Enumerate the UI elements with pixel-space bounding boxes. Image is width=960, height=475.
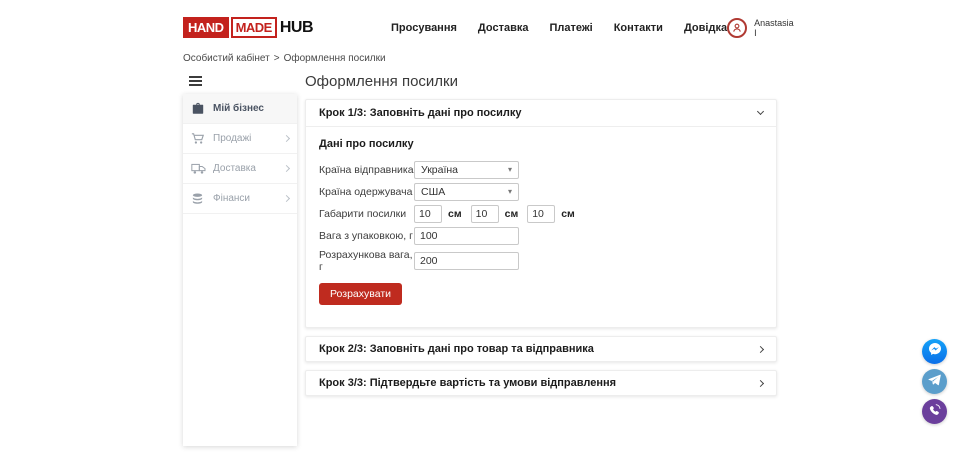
cart-icon xyxy=(191,132,206,145)
user-menu[interactable]: Anastasia I xyxy=(727,18,794,38)
sidebar-item-label: Мій бізнес xyxy=(213,103,264,114)
recipient-country-select[interactable]: США ▾ xyxy=(414,183,519,201)
recipient-country-label: Країна одержувача xyxy=(319,186,414,198)
chevron-right-icon xyxy=(757,379,764,386)
sidebar-item-sales[interactable]: Продажі xyxy=(183,124,297,154)
coins-icon xyxy=(191,193,206,205)
main-nav: Просування Доставка Платежі Контакти Дов… xyxy=(391,22,727,34)
logo-made: MADE xyxy=(231,17,277,38)
sidebar-item-label: Фінанси xyxy=(213,193,250,204)
messenger-icon xyxy=(927,341,943,362)
step-1-body: Дані про посилку Країна відправника Укра… xyxy=(306,127,776,327)
calculated-weight-input[interactable] xyxy=(414,252,519,270)
header: HAND MADE HUB Просування Доставка Платеж… xyxy=(183,0,777,38)
step-3-header[interactable]: Крок 3/3: Підтвердьте вартість та умови … xyxy=(306,371,776,395)
telegram-icon xyxy=(927,372,942,392)
dimension-height-input[interactable] xyxy=(527,205,555,223)
calculate-button[interactable]: Розрахувати xyxy=(319,283,402,305)
packed-weight-input[interactable] xyxy=(414,227,519,245)
page-title: Оформлення посилки xyxy=(305,73,777,90)
sender-country-value: Україна xyxy=(421,164,458,176)
nav-promotion[interactable]: Просування xyxy=(391,22,457,34)
step-2-title: Крок 2/3: Заповніть дані про товар та ві… xyxy=(319,343,594,355)
calculated-weight-label: Розрахункова вага, г xyxy=(319,249,414,273)
telegram-button[interactable] xyxy=(922,369,947,394)
packed-weight-label: Вага з упаковкою, г xyxy=(319,230,414,242)
logo[interactable]: HAND MADE HUB xyxy=(183,17,313,38)
step-1-title: Крок 1/3: Заповніть дані про посилку xyxy=(319,107,521,119)
dimension-length-input[interactable] xyxy=(414,205,442,223)
breadcrumb-separator: > xyxy=(274,53,280,64)
nav-help[interactable]: Довідка xyxy=(684,22,727,34)
sidebar-item-delivery[interactable]: Доставка xyxy=(183,154,297,184)
logo-hand: HAND xyxy=(183,17,229,38)
logo-hub: HUB xyxy=(280,19,313,37)
nav-payments[interactable]: Платежі xyxy=(549,22,592,34)
chevron-right-icon xyxy=(283,135,290,142)
recipient-country-value: США xyxy=(421,186,445,198)
viber-icon xyxy=(928,402,942,421)
breadcrumb-current: Оформлення посилки xyxy=(284,53,386,64)
chevron-right-icon xyxy=(283,165,290,172)
messenger-button[interactable] xyxy=(922,339,947,364)
dropdown-arrow-icon: ▾ xyxy=(508,166,512,174)
sidebar-item-label: Доставка xyxy=(213,163,256,174)
sidebar-item-my-business[interactable]: Мій бізнес xyxy=(183,94,297,124)
step-3-card: Крок 3/3: Підтвердьте вартість та умови … xyxy=(305,370,777,396)
step-3-title: Крок 3/3: Підтвердьте вартість та умови … xyxy=(319,377,616,389)
user-name: Anastasia I xyxy=(754,18,794,38)
user-avatar-icon xyxy=(727,18,747,38)
chevron-down-icon xyxy=(757,108,764,115)
sidebar-item-finance[interactable]: Фінанси xyxy=(183,184,297,214)
dimensions-label: Габарити посилки xyxy=(319,208,414,220)
dimension-unit: см xyxy=(561,208,575,220)
nav-contacts[interactable]: Контакти xyxy=(614,22,663,34)
dimension-width-input[interactable] xyxy=(471,205,499,223)
sender-country-select[interactable]: Україна ▾ xyxy=(414,161,519,179)
viber-button[interactable] xyxy=(922,399,947,424)
truck-icon xyxy=(191,163,206,175)
dimension-unit: см xyxy=(505,208,519,220)
nav-delivery[interactable]: Доставка xyxy=(478,22,529,34)
dropdown-arrow-icon: ▾ xyxy=(508,188,512,196)
breadcrumb-parent[interactable]: Особистий кабінет xyxy=(183,53,270,64)
sidebar-item-label: Продажі xyxy=(213,133,251,144)
step-1-card: Крок 1/3: Заповніть дані про посилку Дан… xyxy=(305,99,777,328)
parcel-data-section-title: Дані про посилку xyxy=(319,138,763,150)
step-2-card: Крок 2/3: Заповніть дані про товар та ві… xyxy=(305,336,777,362)
social-widgets xyxy=(922,339,947,424)
step-1-header[interactable]: Крок 1/3: Заповніть дані про посилку xyxy=(306,100,776,127)
dimension-unit: см xyxy=(448,208,462,220)
chevron-right-icon xyxy=(283,195,290,202)
breadcrumb: Особистий кабінет > Оформлення посилки xyxy=(183,53,777,64)
sidebar-toggle-icon[interactable] xyxy=(189,76,297,86)
sidebar: Мій бізнес Продажі Доставка xyxy=(183,94,297,446)
sender-country-label: Країна відправника xyxy=(319,164,414,176)
chevron-right-icon xyxy=(757,345,764,352)
step-2-header[interactable]: Крок 2/3: Заповніть дані про товар та ві… xyxy=(306,337,776,361)
briefcase-icon xyxy=(191,102,206,115)
